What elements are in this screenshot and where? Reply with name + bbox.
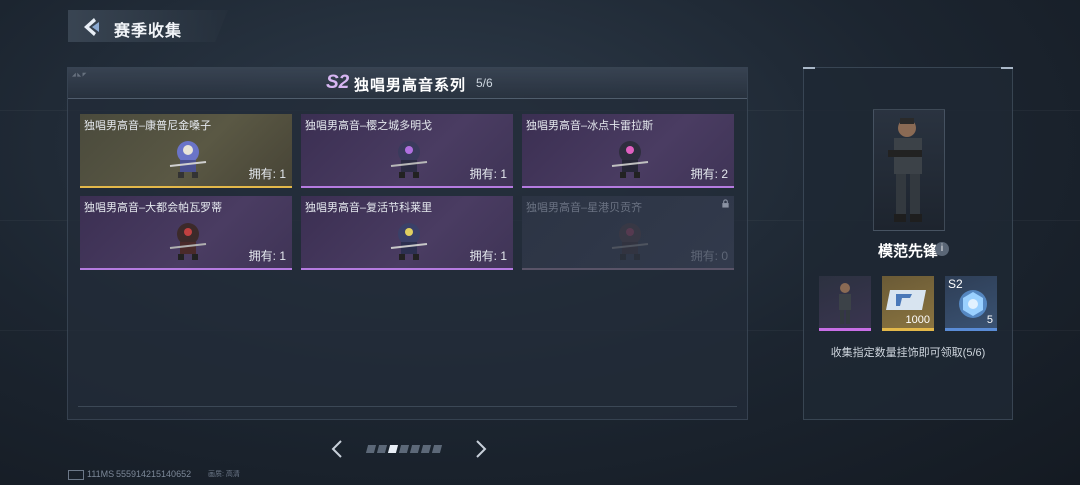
page-dot[interactable]: [387, 445, 399, 453]
reward-item-chest[interactable]: S2 5: [945, 276, 997, 331]
card-owned-count: 拥有: 1: [469, 249, 507, 263]
page-dot[interactable]: [431, 445, 443, 453]
reward-character-preview[interactable]: [873, 109, 945, 231]
card-name: 独唱男高音–樱之城多明戈: [305, 120, 433, 132]
card-owned-count: 拥有: 1: [469, 167, 507, 181]
reward-description: 收集指定数量挂饰即可领取(5/6): [830, 347, 986, 359]
page-dot[interactable]: [365, 445, 377, 453]
info-icon[interactable]: i: [935, 242, 949, 256]
panel-divider: [78, 406, 737, 407]
card-owned-count: 拥有: 1: [248, 249, 286, 263]
reward-name: 模范先锋: [877, 243, 938, 260]
panel-title: 独唱男高音系列: [354, 77, 467, 94]
collection-card[interactable]: 独唱男高音–大都会帕瓦罗蒂 拥有: 1: [80, 196, 292, 270]
page-dot[interactable]: [398, 445, 410, 453]
page-dot[interactable]: [376, 445, 388, 453]
card-name: 独唱男高音–康普尼金嗓子: [84, 120, 212, 132]
reward-quantity: 5: [986, 314, 993, 326]
card-owned-count: 拥有: 0: [690, 249, 728, 263]
card-owned-count: 拥有: 1: [248, 167, 286, 181]
card-name: 独唱男高音–冰点卡雷拉斯: [526, 120, 654, 132]
reward-item-currency[interactable]: 1000: [882, 276, 934, 331]
page-title: 赛季收集: [114, 23, 183, 40]
quality-text: 画质: 高清: [208, 471, 240, 478]
network-icon: [68, 470, 84, 480]
soldier-character-icon: [888, 118, 922, 222]
collection-count: 5/6: [476, 76, 493, 90]
pendant-figure-icon: [390, 223, 428, 260]
next-page-button[interactable]: [469, 437, 491, 461]
collection-card[interactable]: 独唱男高音–康普尼金嗓子 拥有: 1: [80, 114, 292, 188]
collection-card[interactable]: 独唱男高音–樱之城多明戈 拥有: 1: [301, 114, 513, 188]
chevron-left-icon: [331, 440, 342, 458]
pendant-figure-icon: [611, 223, 649, 260]
page-dot[interactable]: [420, 445, 432, 453]
pendant-figure-icon: [611, 141, 649, 178]
panel-header: ◢ ◣ ◤ S2 独唱男高音系列 5/6: [68, 68, 747, 99]
ping-text: 111MS: [87, 469, 115, 479]
back-button[interactable]: [78, 14, 104, 40]
reward-panel: 模范先锋 i 1000 S2 5 收集指定数量挂饰即可领取(5/6): [803, 67, 1013, 420]
card-owned-count: 拥有: 2: [690, 167, 728, 181]
card-name: 独唱男高音–星港贝贡齐: [526, 202, 643, 214]
page-indicator: [365, 445, 443, 453]
collection-card[interactable]: 独唱男高音–复活节科莱里 拥有: 1: [301, 196, 513, 270]
lock-icon: [722, 199, 729, 208]
prev-page-button[interactable]: [327, 437, 349, 461]
chevron-right-icon: [476, 440, 487, 458]
character-skin-icon: [839, 283, 851, 324]
card-name: 独唱男高音–复活节科莱里: [305, 202, 433, 214]
pendant-figure-icon: [169, 141, 207, 178]
pendant-figure-icon: [169, 223, 207, 260]
pendant-figure-icon: [390, 141, 428, 178]
collection-panel: ◢ ◣ ◤ S2 独唱男高音系列 5/6 独唱男高音–康普尼金嗓子 拥有: 1 …: [67, 67, 748, 420]
card-name: 独唱男高音–大都会帕瓦罗蒂: [84, 202, 223, 214]
back-arrow-icon: [84, 18, 99, 36]
reward-item-skin[interactable]: [819, 276, 871, 331]
player-id: 555914215140652: [116, 469, 192, 479]
season-tag: S2: [948, 277, 963, 291]
season-badge: S2: [326, 72, 350, 93]
collection-card[interactable]: 独唱男高音–冰点卡雷拉斯 拥有: 2: [522, 114, 734, 188]
page-dot[interactable]: [409, 445, 421, 453]
panel-decoration: ◢ ◣ ◤: [72, 72, 87, 78]
reward-quantity: 1000: [905, 314, 930, 326]
collection-card-locked[interactable]: 独唱男高音–星港贝贡齐 拥有: 0: [522, 196, 734, 270]
